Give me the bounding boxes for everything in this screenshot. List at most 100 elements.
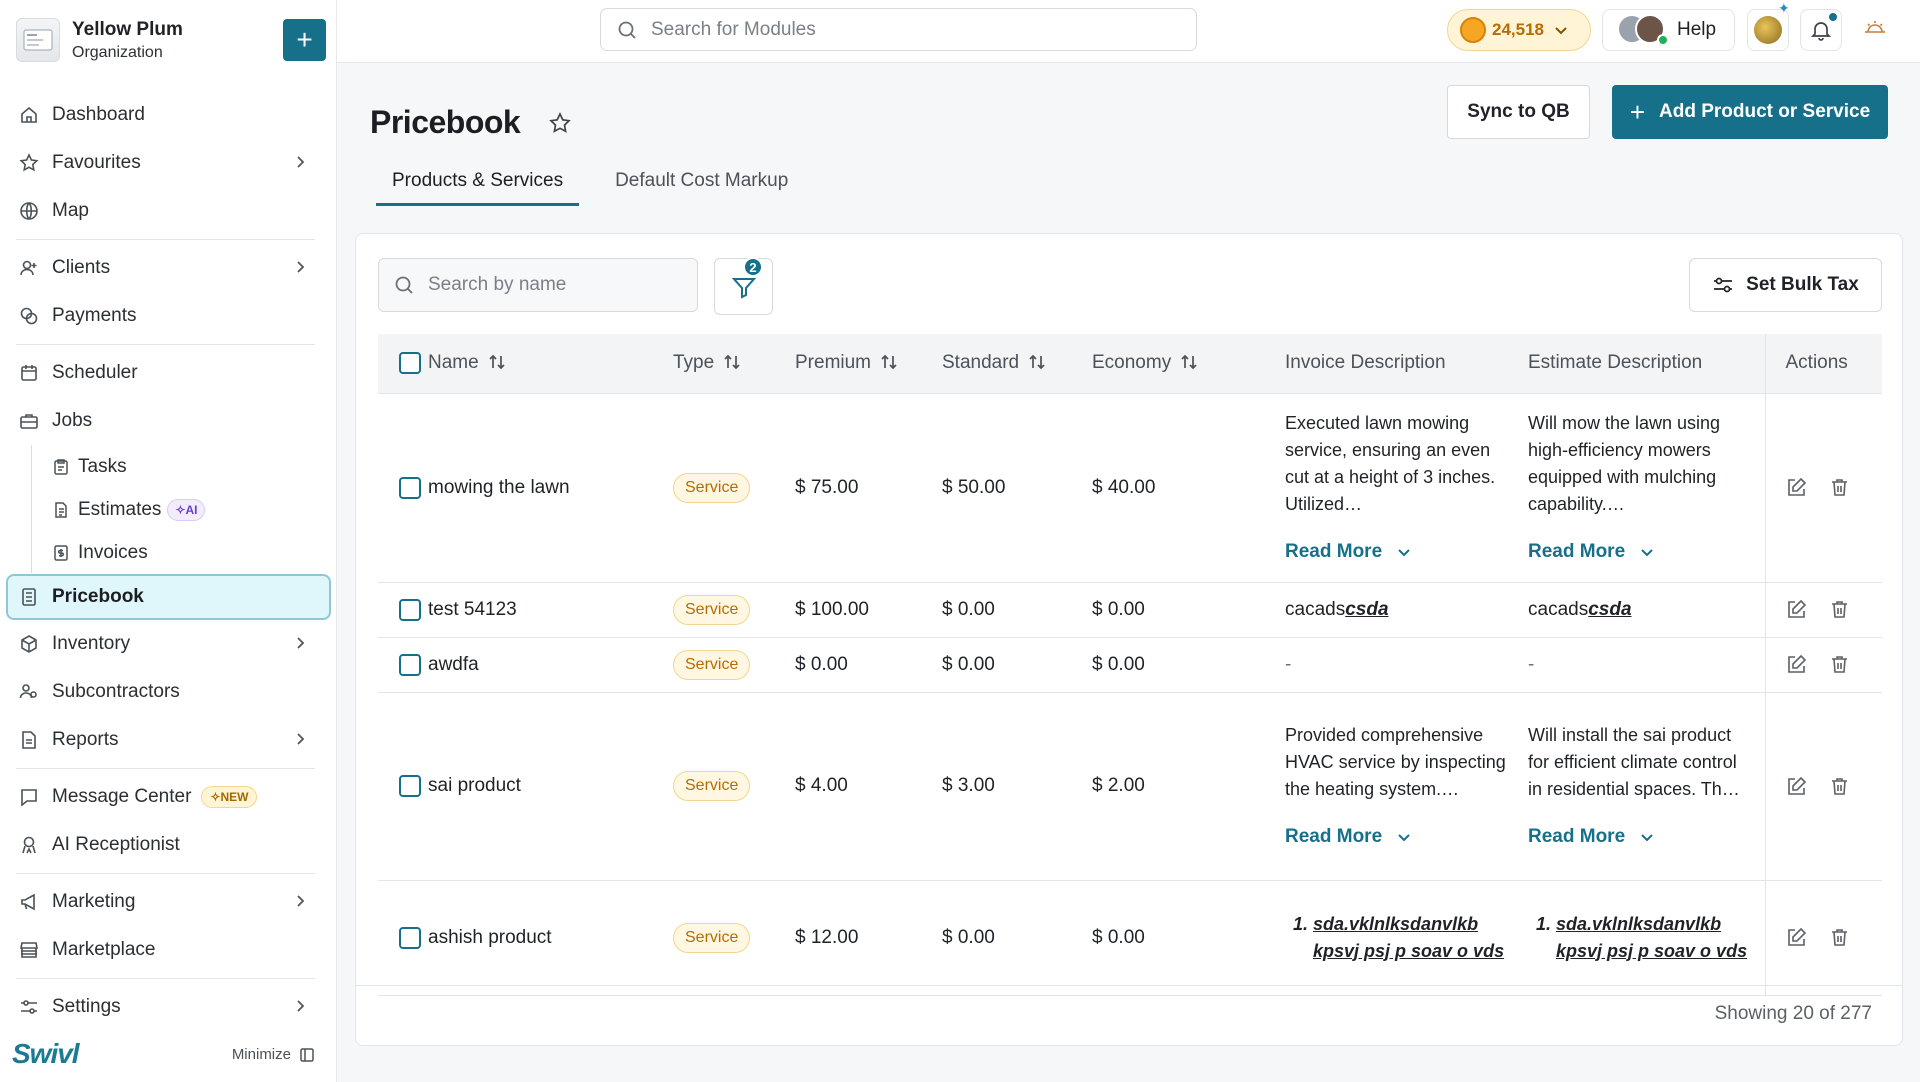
read-more-link[interactable]: Read More xyxy=(1528,823,1747,850)
sidebar-item-map[interactable]: Map xyxy=(0,187,337,235)
column-header-name[interactable]: Name xyxy=(428,334,673,394)
sidebar-item-label: Estimates xyxy=(78,498,162,520)
sidebar-item-invoices[interactable]: Invoices xyxy=(0,531,337,574)
table-row: mowing the lawn Service $ 75.00 $ 50.00 … xyxy=(378,393,1882,583)
row-checkbox[interactable] xyxy=(399,476,421,499)
sidebar-item-label: Marketplace xyxy=(52,939,156,960)
cell-standard: $ 0.00 xyxy=(942,582,1092,638)
sidebar-item-dashboard[interactable]: Dashboard xyxy=(0,91,337,139)
org-subtitle: Organization xyxy=(72,43,163,61)
read-more-link[interactable]: Read More xyxy=(1285,823,1510,850)
row-checkbox[interactable] xyxy=(399,775,421,797)
add-product-button[interactable]: + Add Product or Service xyxy=(1612,85,1888,139)
help-button[interactable]: Help xyxy=(1602,9,1735,51)
cell-economy: $ 40.00 xyxy=(1092,393,1285,583)
module-search-input[interactable]: Search for Modules xyxy=(600,8,1197,51)
sidebar-item-settings[interactable]: Settings xyxy=(0,983,337,1031)
read-more-link[interactable]: Read More xyxy=(1528,538,1747,565)
sliders-icon xyxy=(18,996,40,1018)
type-badge: Service xyxy=(673,771,751,801)
coin-icon xyxy=(1460,17,1486,43)
sidebar-item-jobs[interactable]: Jobs xyxy=(0,397,337,445)
trash-icon[interactable] xyxy=(1829,477,1850,498)
cell-standard: $ 50.00 xyxy=(942,393,1092,583)
robot-icon xyxy=(18,834,40,856)
chevron-right-icon xyxy=(291,730,309,748)
row-checkbox[interactable] xyxy=(399,926,421,949)
sidebar-item-pricebook[interactable]: Pricebook xyxy=(6,574,331,620)
new-badge: ✧NEW xyxy=(201,786,258,808)
org-switcher[interactable]: Yellow Plum Organization xyxy=(16,18,183,62)
sidebar-item-inventory[interactable]: Inventory xyxy=(0,620,337,668)
sidebar-item-marketplace[interactable]: Marketplace xyxy=(0,926,337,974)
notification-dot xyxy=(1827,11,1839,23)
cell-estimate-description: - xyxy=(1528,637,1765,693)
sidebar-item-payments[interactable]: Payments xyxy=(0,292,337,340)
coins-value: 24,518 xyxy=(1492,20,1544,39)
edit-icon[interactable] xyxy=(1786,599,1807,620)
tab-default-cost-markup[interactable]: Default Cost Markup xyxy=(599,170,804,206)
sidebar-item-scheduler[interactable]: Scheduler xyxy=(0,349,337,397)
pagination-summary: Showing 20 of 277 xyxy=(1714,1003,1872,1024)
trash-icon[interactable] xyxy=(1829,654,1850,675)
chevron-down-icon xyxy=(1552,21,1570,39)
edit-icon[interactable] xyxy=(1786,776,1807,797)
sync-to-qb-button[interactable]: Sync to QB xyxy=(1447,85,1590,139)
sparkle-icon: ✦ xyxy=(1778,0,1790,16)
sidebar-item-tasks[interactable]: Tasks xyxy=(0,445,337,488)
row-checkbox[interactable] xyxy=(399,598,421,621)
coins-balance-button[interactable]: 24,518 xyxy=(1447,9,1591,51)
chevron-right-icon xyxy=(291,153,309,171)
cell-standard: $ 0.00 xyxy=(942,637,1092,693)
filter-count-badge: 2 xyxy=(743,257,763,277)
cell-invoice-description: Executed lawn mowing service, ensuring a… xyxy=(1285,398,1528,577)
divider xyxy=(16,768,315,769)
tab-products-services[interactable]: Products & Services xyxy=(376,170,580,206)
sort-icon xyxy=(722,353,742,371)
plus-icon: + xyxy=(1629,96,1645,127)
column-header-standard[interactable]: Standard xyxy=(942,334,1092,394)
sidebar-item-favourites[interactable]: Favourites xyxy=(0,139,337,187)
table-header-row: Name Type Premium Standard Economy Invoi… xyxy=(378,334,1882,394)
divider xyxy=(356,985,1902,986)
cell-premium: $ 4.00 xyxy=(795,692,942,881)
column-header-type[interactable]: Type xyxy=(673,334,795,394)
sidebar-item-label: Subcontractors xyxy=(52,681,180,702)
sidebar-item-marketing[interactable]: Marketing xyxy=(0,878,337,926)
users-icon xyxy=(18,681,40,703)
trash-icon[interactable] xyxy=(1829,776,1850,797)
favourite-star-icon[interactable] xyxy=(548,111,572,135)
edit-icon[interactable] xyxy=(1786,654,1807,675)
chevron-right-icon xyxy=(291,892,309,910)
search-icon xyxy=(617,20,637,40)
sidebar-item-clients[interactable]: Clients xyxy=(0,244,337,292)
sidebar-item-message-center[interactable]: Message Center ✧NEW xyxy=(0,773,337,821)
weather-icon[interactable] xyxy=(1862,18,1888,36)
trash-icon[interactable] xyxy=(1829,599,1850,620)
minimize-button[interactable]: Minimize xyxy=(232,1046,315,1063)
select-all-checkbox[interactable] xyxy=(399,352,421,375)
divider xyxy=(16,239,315,240)
pricebook-table: Name Type Premium Standard Economy Invoi… xyxy=(378,334,1882,996)
name-search-input[interactable]: Search by name xyxy=(378,258,698,312)
row-checkbox[interactable] xyxy=(399,653,421,676)
edit-icon[interactable] xyxy=(1786,477,1807,498)
invoice-icon xyxy=(52,544,70,562)
column-header-premium[interactable]: Premium xyxy=(795,334,942,394)
box-icon xyxy=(18,633,40,655)
cell-economy: $ 2.00 xyxy=(1092,692,1285,881)
trash-icon[interactable] xyxy=(1829,927,1850,948)
sidebar-item-estimates[interactable]: Estimates ✧AI xyxy=(0,488,337,531)
sidebar-item-label: Payments xyxy=(52,305,137,326)
sidebar-item-label: AI Receptionist xyxy=(52,834,180,855)
sidebar-item-ai-receptionist[interactable]: AI Receptionist xyxy=(0,821,337,869)
set-bulk-tax-button[interactable]: Set Bulk Tax xyxy=(1689,258,1882,312)
quick-add-button[interactable]: + xyxy=(283,19,326,61)
read-more-link[interactable]: Read More xyxy=(1285,538,1510,565)
edit-icon[interactable] xyxy=(1786,927,1807,948)
sidebar-item-subcontractors[interactable]: Subcontractors xyxy=(0,668,337,716)
sidebar-item-reports[interactable]: Reports xyxy=(0,716,337,764)
support-avatars xyxy=(1617,14,1669,46)
column-header-economy[interactable]: Economy xyxy=(1092,334,1285,394)
sidebar-item-label: Message Center xyxy=(52,786,192,807)
